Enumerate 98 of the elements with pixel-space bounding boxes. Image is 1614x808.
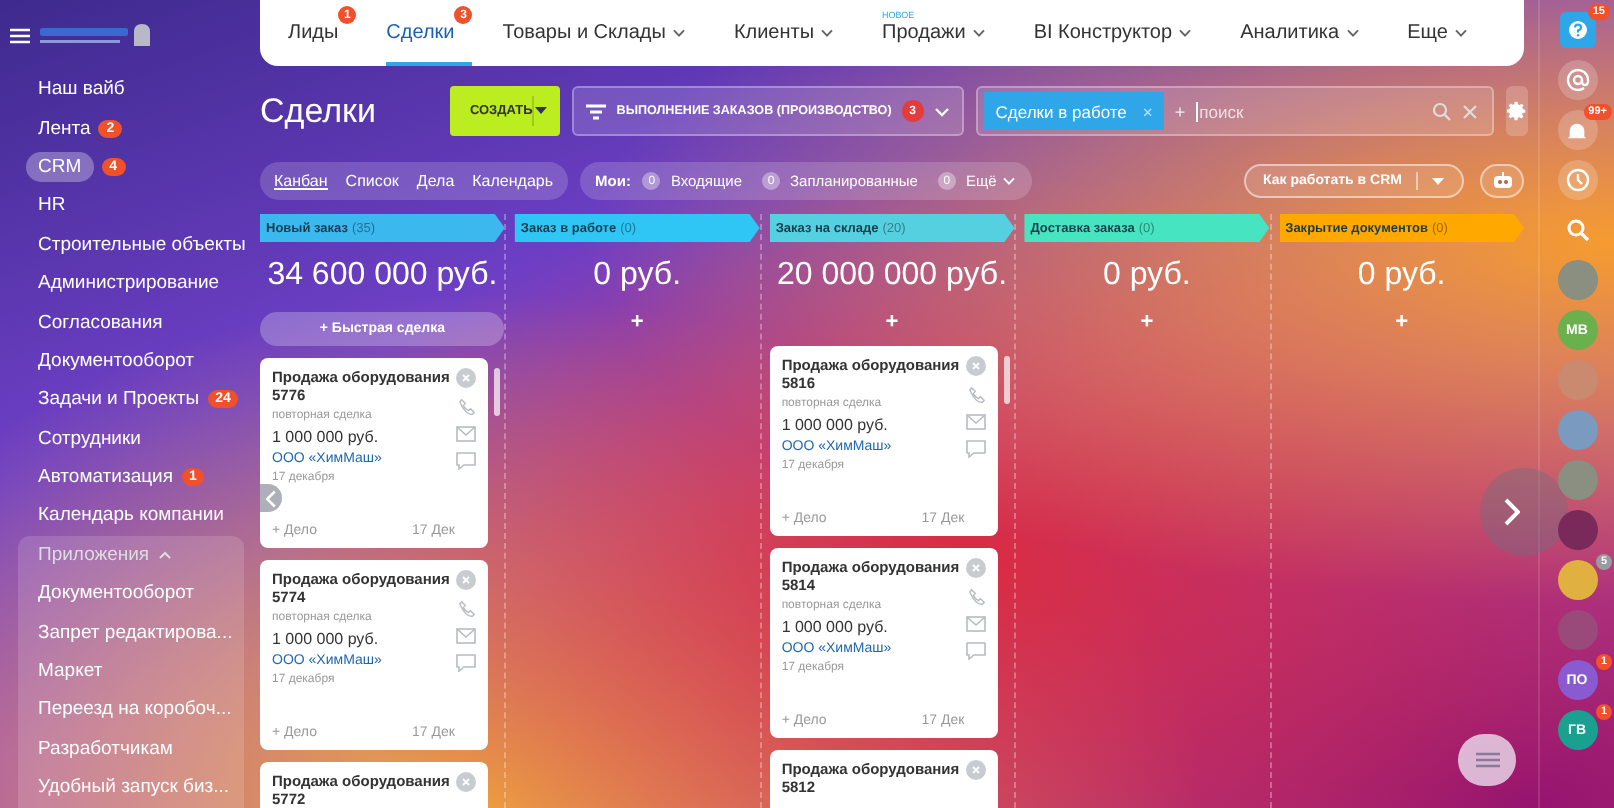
sidebar-item[interactable]: Запрет редактирова... (18, 612, 244, 652)
search-icon[interactable] (1565, 218, 1589, 242)
sidebar-item[interactable]: Календарь компании (38, 504, 224, 527)
scroll-left-button[interactable] (260, 484, 282, 512)
filter-icon (586, 103, 607, 119)
sidebar-item[interactable]: Лента (38, 117, 91, 140)
mail-icon[interactable] (966, 616, 987, 632)
sidebar-item[interactable]: Задачи и Проекты (38, 388, 200, 411)
chevron-icon (971, 28, 986, 38)
nav-tab[interactable]: BI Конструктор (1033, 0, 1211, 66)
caret-icon (1432, 177, 1444, 185)
sidebar-item[interactable]: HR (38, 194, 66, 217)
clock-glyph-icon (1565, 168, 1589, 192)
avatar[interactable] (1557, 560, 1597, 600)
mail-icon[interactable] (456, 628, 477, 644)
caret-icon (534, 106, 549, 116)
chevron-icon (671, 28, 686, 38)
at-sign-glyph-icon (1565, 68, 1589, 92)
stage-sum: 20 000 000 руб. (777, 258, 1008, 294)
chevron-icon (1002, 176, 1017, 186)
bell-icon[interactable] (1557, 110, 1597, 150)
menu-icon[interactable] (10, 27, 30, 43)
sidebar-item[interactable]: Автоматизация (38, 466, 173, 489)
chevron-icon (933, 105, 950, 117)
add-deal-button[interactable]: + (1132, 310, 1162, 334)
at-sign-icon[interactable] (1557, 60, 1597, 100)
deal-amount: 1 000 000 руб. (272, 630, 381, 648)
clock-icon[interactable] (1557, 160, 1597, 200)
status-icon[interactable] (456, 772, 477, 792)
view-tab[interactable]: Календарь (472, 172, 554, 190)
question-icon (1567, 20, 1587, 40)
logo-icon[interactable] (40, 21, 156, 49)
avatar[interactable] (1557, 410, 1597, 450)
avatar[interactable] (1557, 510, 1597, 550)
settings-button[interactable] (1505, 86, 1528, 136)
chevron-icon (266, 489, 276, 507)
sidebar-item[interactable]: Маркет (18, 651, 244, 691)
nav-tab[interactable]: Аналитика (1240, 0, 1378, 66)
chevron-icon (820, 28, 835, 38)
sidebar-item[interactable]: Согласования (38, 311, 163, 334)
stage-sum: 0 руб. (1102, 258, 1191, 294)
deal-amount: 1 000 000 руб. (781, 416, 890, 434)
status-icon[interactable] (966, 760, 987, 780)
settings-icon (1505, 100, 1528, 122)
mail-icon[interactable] (456, 426, 477, 442)
view-tab[interactable]: Канбан (274, 172, 328, 190)
status-icon[interactable] (966, 356, 987, 376)
chat-icon[interactable] (456, 452, 477, 470)
robot-icon (1491, 172, 1513, 190)
status-icon[interactable] (966, 558, 987, 578)
nav-tab[interactable]: Еще (1407, 0, 1486, 66)
robot-button[interactable] (1480, 164, 1524, 198)
deal-amount: 1 000 000 руб. (781, 618, 890, 636)
phone-icon[interactable] (457, 600, 476, 618)
stage-sum: 34 600 000 руб. (267, 258, 498, 294)
stage-sum: 0 руб. (593, 258, 682, 294)
chat-icon[interactable] (456, 654, 477, 672)
sidebar-item[interactable]: CRM (26, 151, 94, 182)
sidebar-item[interactable]: Сотрудники (38, 427, 141, 450)
chevron-icon (157, 549, 172, 560)
scrollbar[interactable] (494, 368, 501, 416)
sidebar-item[interactable]: Администрирование (38, 272, 220, 295)
nav-tab[interactable]: Товары и Склады (502, 0, 704, 66)
status-icon[interactable] (456, 368, 477, 388)
chevron-icon (1178, 28, 1193, 38)
status-icon[interactable] (456, 570, 477, 590)
add-deal-button[interactable]: + (877, 310, 907, 334)
close-icon[interactable] (1461, 103, 1478, 119)
chat-icon[interactable] (966, 440, 987, 458)
phone-icon[interactable] (967, 588, 986, 606)
sidebar-item[interactable]: Документооборот (38, 349, 195, 372)
bell-glyph-icon (1566, 119, 1588, 141)
scrollbar[interactable] (1004, 356, 1011, 404)
menu-button[interactable] (1458, 734, 1516, 786)
avatar[interactable] (1557, 460, 1597, 500)
view-tab[interactable]: Список (345, 172, 399, 190)
sidebar-item[interactable]: Наш вайб (38, 78, 125, 101)
mail-icon[interactable] (966, 414, 987, 430)
nav-tab[interactable]: Клиенты (733, 0, 853, 66)
menu-icon (1475, 752, 1499, 768)
chevron-icon (1504, 498, 1520, 526)
avatar[interactable] (1557, 260, 1597, 300)
phone-icon[interactable] (967, 386, 986, 404)
chat-icon[interactable] (966, 642, 987, 660)
add-deal-button[interactable]: + (622, 310, 652, 334)
sidebar-item[interactable]: Документооборот (18, 574, 244, 613)
phone-icon[interactable] (457, 398, 476, 416)
chevron-icon (1345, 28, 1360, 38)
help-icon[interactable] (1559, 12, 1595, 48)
sidebar-item[interactable]: Строительные объекты (38, 233, 246, 256)
chevron-icon (1453, 28, 1468, 38)
stage-sum: 0 руб. (1357, 258, 1446, 294)
deal-amount: 1 000 000 руб. (272, 428, 381, 446)
search-icon[interactable] (1431, 101, 1452, 121)
view-tab[interactable]: Дела (416, 172, 455, 190)
page-title: Сделки (260, 91, 376, 131)
search-field[interactable]: поиск (1195, 101, 1422, 121)
scroll-right-button[interactable] (1480, 468, 1568, 556)
